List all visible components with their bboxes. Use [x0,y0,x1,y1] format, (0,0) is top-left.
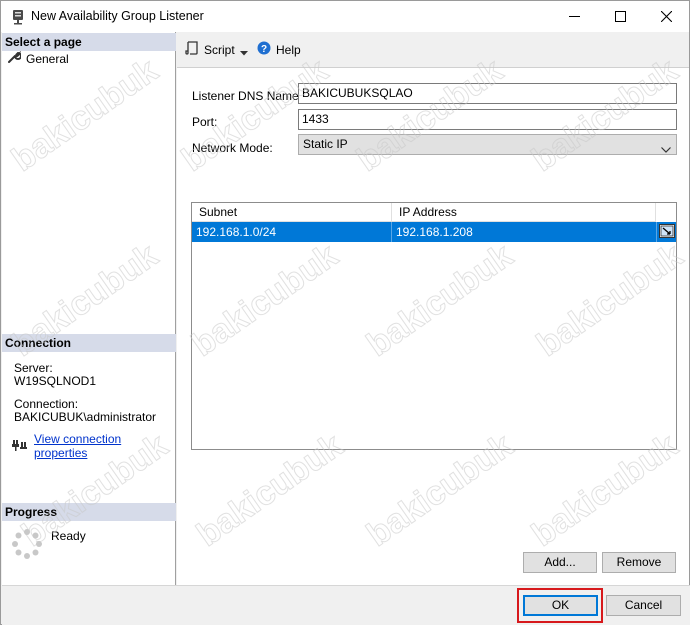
edit-cell-icon [658,223,675,241]
script-dropdown-arrow-icon[interactable] [240,45,248,59]
svg-text:?: ? [261,44,267,55]
grid-header-corner [656,203,676,222]
window-title: New Availability Group Listener [31,9,204,23]
minimize-button[interactable] [551,1,597,32]
toolbar: Script ? Help [177,32,689,65]
help-icon: ? [257,41,271,58]
view-connection-properties-link[interactable]: View connection properties [34,432,175,460]
maximize-button[interactable] [597,1,643,32]
ok-button[interactable]: OK [523,595,598,616]
connection-value: BAKICUBUK\administrator [14,410,157,424]
chevron-down-icon [661,140,671,159]
connection-label: Connection: [14,397,79,411]
table-row[interactable]: 192.168.1.0/24 192.168.1.208 [192,222,676,242]
network-mode-label: Network Mode: [192,141,273,155]
connection-header: Connection [2,334,176,352]
progress-header: Progress [2,503,176,521]
column-header-ip-address[interactable]: IP Address [392,203,656,222]
edit-row-button[interactable] [656,222,676,242]
script-label: Script [204,42,235,57]
network-mode-select[interactable]: Static IP [298,134,677,155]
progress-status-text: Ready [51,529,86,543]
view-connection-properties[interactable]: View connection properties [12,432,175,460]
script-icon [185,41,199,58]
left-pane: Select a page General Connection Server:… [2,32,176,585]
ip-address-grid: Subnet IP Address 192.168.1.0/24 192.168… [191,202,677,450]
page-item-label: General [26,52,69,66]
dialog-button-bar: OK Cancel [2,585,690,625]
grid-header: Subnet IP Address [192,203,676,222]
close-button[interactable] [643,1,689,32]
subnet-cell[interactable]: 192.168.1.0/24 [192,222,392,242]
progress-spinner-icon [11,528,43,563]
port-label: Port: [192,115,218,129]
server-value: W19SQLNOD1 [14,374,97,388]
add-button[interactable]: Add... [523,552,597,573]
right-pane: Script ? Help Listener DNS Name: BAKICUB… [177,32,689,585]
column-header-subnet[interactable]: Subnet [192,203,392,222]
ip-address-cell[interactable]: 192.168.1.208 [392,222,656,242]
wrench-icon [8,50,22,67]
select-page-header: Select a page [2,33,176,51]
server-label: Server: [14,361,53,375]
progress-status: Ready [11,528,86,563]
dns-name-input[interactable]: BAKICUBUKSQLAO [298,83,677,104]
page-item-general[interactable]: General [8,50,69,67]
server-listener-icon [11,9,25,25]
connection-plug-icon [12,438,27,454]
remove-button[interactable]: Remove [602,552,676,573]
dns-name-label: Listener DNS Name: [192,89,303,103]
dialog-window: New Availability Group Listener Select a… [0,0,690,625]
script-button[interactable]: Script [185,41,235,58]
network-mode-value: Static IP [303,137,348,151]
help-button[interactable]: ? Help [257,41,301,58]
title-bar: New Availability Group Listener [1,1,689,32]
port-input[interactable]: 1433 [298,109,677,130]
general-page-content: Listener DNS Name: BAKICUBUKSQLAO Port: … [177,67,689,585]
cancel-button[interactable]: Cancel [606,595,681,616]
help-label: Help [276,42,301,57]
